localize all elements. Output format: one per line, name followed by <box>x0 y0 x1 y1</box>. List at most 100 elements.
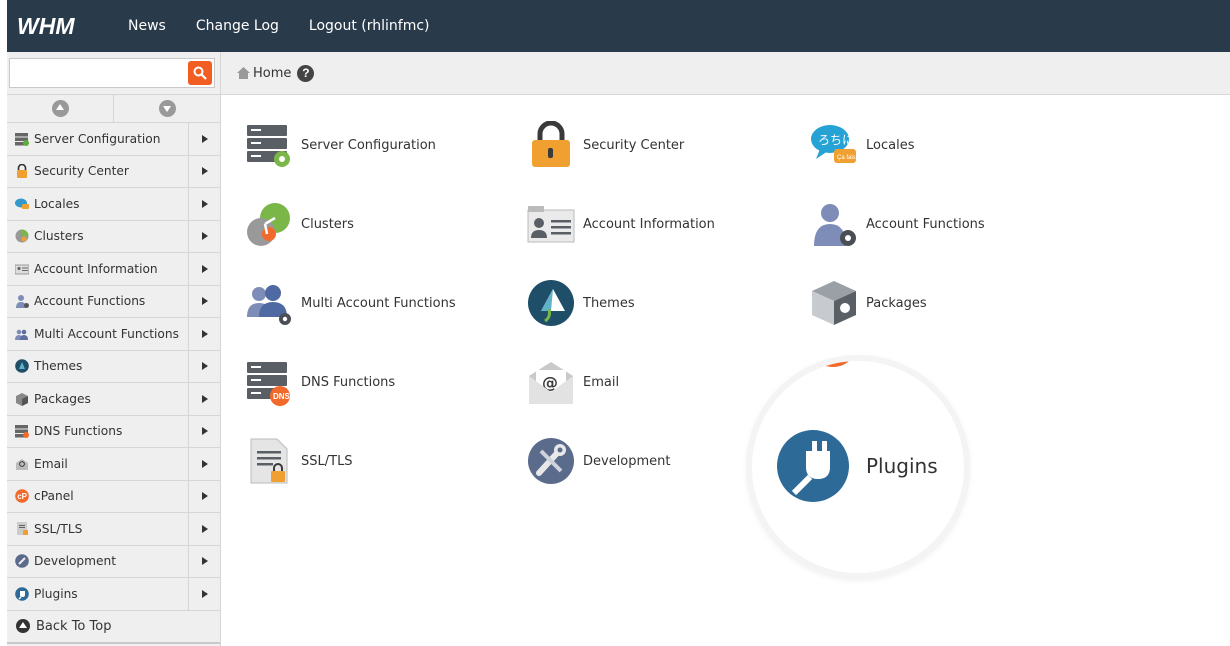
news-link[interactable]: News <box>128 18 166 34</box>
tile-label: DNS Functions <box>301 374 396 390</box>
tile-locales[interactable]: ろちに Ça fais Locales <box>810 121 914 169</box>
breadcrumb-home-link[interactable]: Home <box>253 66 291 81</box>
tile-label: Locales <box>866 137 915 153</box>
sidebar-item-locales[interactable]: Locales <box>7 188 220 221</box>
sidebar-item-server-configuration[interactable]: Server Configuration <box>7 123 220 156</box>
sidebar-item-label: Account Information <box>34 261 158 276</box>
development-icon <box>528 438 574 484</box>
sidebar-item-label: Account Functions <box>34 294 146 309</box>
whm-logo[interactable]: WHM <box>17 13 101 39</box>
tile-account-functions[interactable]: Account Functions <box>810 200 985 248</box>
tile-packages[interactable]: Packages <box>810 279 927 327</box>
home-icon[interactable] <box>237 67 250 79</box>
expand-arrow-icon[interactable] <box>188 415 220 447</box>
tile-server-configuration[interactable]: Server Configuration <box>245 121 436 169</box>
expand-arrow-icon[interactable] <box>188 285 220 317</box>
main-content: Server Configuration Security Center ろちに… <box>221 96 1230 646</box>
cpanel-icon: cP <box>15 489 29 504</box>
sidebar-item-dns-functions[interactable]: DNS Functions <box>7 415 220 448</box>
tile-account-information[interactable]: Account Information <box>527 200 715 248</box>
help-icon[interactable]: ? <box>297 64 315 82</box>
tile-development[interactable]: Development <box>527 437 671 485</box>
user-gear-icon <box>15 294 29 309</box>
sidebar-item-label: Locales <box>34 196 80 211</box>
plug-icon <box>15 586 29 601</box>
expand-arrow-icon[interactable] <box>188 220 220 252</box>
expand-arrow-icon[interactable] <box>188 513 220 545</box>
expand-arrow-icon[interactable] <box>188 253 220 285</box>
wrench-icon <box>15 554 29 569</box>
expand-arrow-icon[interactable] <box>188 350 220 382</box>
tile-security-center[interactable]: Security Center <box>527 121 684 169</box>
account-functions-icon <box>814 204 856 246</box>
dns-server-icon <box>15 424 29 439</box>
tile-plugins-magnified[interactable]: Plugins <box>752 361 964 573</box>
tile-email[interactable]: @ Email <box>527 358 619 406</box>
plug-icon <box>777 430 849 502</box>
tile-ssl-tls[interactable]: SSL/TLS <box>245 437 353 485</box>
users-gear-icon <box>15 327 29 341</box>
sidebar-item-clusters[interactable]: Clusters <box>7 220 220 253</box>
sidebar-item-label: SSL/TLS <box>34 521 83 536</box>
logout-link[interactable]: Logout (rhlinfmc) <box>309 18 430 34</box>
locale-bubble-icon <box>15 197 29 211</box>
sidebar-item-multi-account-functions[interactable]: Multi Account Functions <box>7 318 220 351</box>
back-to-top-link[interactable]: Back To Top <box>7 611 220 644</box>
expand-arrow-icon[interactable] <box>188 578 220 610</box>
sidebar-item-ssl-tls[interactable]: SSL/TLS <box>7 513 220 546</box>
top-navbar: WHM News Change Log Logout (rhlinfmc) <box>7 0 1230 52</box>
change-log-link[interactable]: Change Log <box>196 18 279 34</box>
sidebar-item-label: Email <box>34 456 68 471</box>
sidebar-item-label: cPanel <box>34 489 74 504</box>
expand-arrow-icon[interactable] <box>188 123 220 155</box>
sidebar-item-development[interactable]: Development <box>7 545 220 578</box>
themes-icon <box>528 280 574 326</box>
back-to-top-label: Back To Top <box>36 618 112 634</box>
expand-arrow-icon[interactable] <box>188 188 220 220</box>
sidebar-item-label: Themes <box>34 359 83 374</box>
tile-themes[interactable]: Themes <box>527 279 635 327</box>
tile-label: Security Center <box>583 137 685 153</box>
arrow-up-icon <box>51 100 69 117</box>
sidebar-item-email[interactable]: Email <box>7 448 220 481</box>
multi-account-icon <box>247 285 291 325</box>
sidebar-item-account-functions[interactable]: Account Functions <box>7 285 220 318</box>
expand-all-button[interactable] <box>114 95 220 122</box>
expand-arrow-icon[interactable] <box>188 155 220 187</box>
id-card-icon <box>15 262 29 276</box>
search-input[interactable] <box>9 58 215 88</box>
sidebar-item-account-information[interactable]: Account Information <box>7 253 220 286</box>
sidebar-item-packages[interactable]: Packages <box>7 383 220 416</box>
collapse-all-button[interactable] <box>7 95 114 122</box>
sidebar-item-themes[interactable]: Themes <box>7 350 220 383</box>
left-edge <box>0 0 7 646</box>
sidebar-item-label: Clusters <box>34 229 84 244</box>
expand-arrow-icon[interactable] <box>188 383 220 415</box>
expand-arrow-icon[interactable] <box>188 545 220 577</box>
server-icon <box>15 132 29 146</box>
breadcrumb: Home ? <box>221 52 1230 95</box>
expand-arrow-icon[interactable] <box>188 480 220 512</box>
tile-label: Email <box>583 374 620 390</box>
email-icon: @ <box>529 362 573 404</box>
sidebar-item-label: Security Center <box>34 164 129 179</box>
sidebar-item-security-center[interactable]: Security Center <box>7 155 220 188</box>
tile-label: Packages <box>866 295 927 311</box>
clusters-icon <box>247 203 290 246</box>
tile-label: Account Information <box>583 216 715 232</box>
svg-text:cP: cP <box>17 492 27 501</box>
sidebar-item-plugins[interactable]: Plugins <box>7 578 220 611</box>
sidebar-item-cpanel[interactable]: cP cPanel <box>7 480 220 513</box>
tile-label: SSL/TLS <box>301 453 353 469</box>
tile-clusters[interactable]: Clusters <box>245 200 354 248</box>
search-button[interactable] <box>188 61 212 85</box>
expand-arrow-icon[interactable] <box>188 318 220 350</box>
email-icon <box>15 457 29 471</box>
themes-icon <box>15 359 29 374</box>
tile-dns-functions[interactable]: DNS DNS Functions <box>245 358 395 406</box>
arrow-down-icon <box>158 100 176 117</box>
tile-multi-account-functions[interactable]: Multi Account Functions <box>245 279 456 327</box>
locales-icon: ろちに Ça fais <box>811 125 856 163</box>
expand-arrow-icon[interactable] <box>188 448 220 480</box>
padlock-icon <box>532 121 570 167</box>
